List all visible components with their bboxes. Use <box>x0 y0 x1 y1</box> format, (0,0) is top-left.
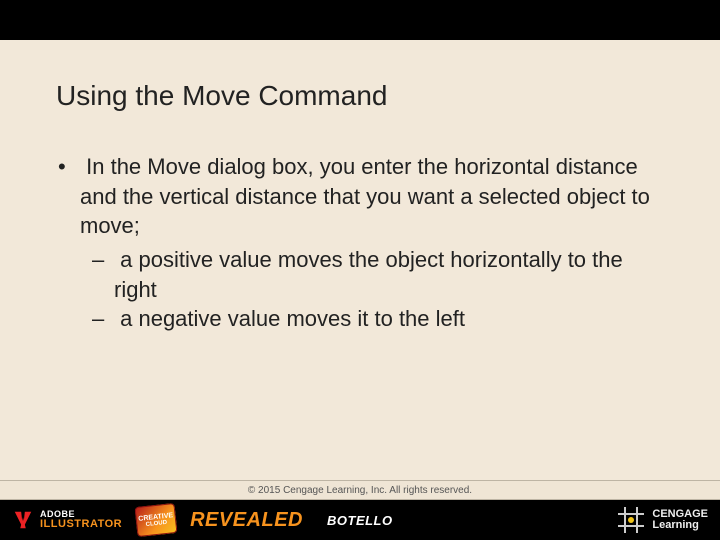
adobe-logo-icon <box>12 509 34 531</box>
bullet-item: In the Move dialog box, you enter the ho… <box>80 152 664 334</box>
footer-bar: ADOBE ILLUSTRATOR CREATIVE CLOUD REVEALE… <box>0 500 720 540</box>
adobe-text: ADOBE ILLUSTRATOR <box>40 510 122 530</box>
copyright-bar: © 2015 Cengage Learning, Inc. All rights… <box>0 480 720 500</box>
cengage-logo-icon <box>618 507 644 533</box>
creative-cloud-badge-icon: CREATIVE CLOUD <box>135 503 178 537</box>
top-bar <box>0 0 720 40</box>
cengage-text: CENGAGE Learning <box>652 509 708 531</box>
adobe-block: ADOBE ILLUSTRATOR <box>12 509 122 531</box>
adobe-line2: ILLUSTRATOR <box>40 519 122 530</box>
cengage-block: CENGAGE Learning <box>618 507 708 533</box>
revealed-label: REVEALED <box>190 509 303 532</box>
cc-line2: CLOUD <box>146 519 168 527</box>
sub-bullet-item: a positive value moves the object horizo… <box>114 245 664 304</box>
bullet-list: In the Move dialog box, you enter the ho… <box>56 152 664 334</box>
copyright-text: © 2015 Cengage Learning, Inc. All rights… <box>248 485 472 496</box>
slide-content: Using the Move Command In the Move dialo… <box>0 40 720 334</box>
sub-bullet-list: a positive value moves the object horizo… <box>80 245 664 334</box>
author-label: BOTELLO <box>327 513 393 528</box>
sub-bullet-item: a negative value moves it to the left <box>114 304 664 334</box>
sub-bullet-text: a positive value moves the object horizo… <box>114 247 623 302</box>
bullet-text: In the Move dialog box, you enter the ho… <box>80 154 650 238</box>
sub-bullet-text: a negative value moves it to the left <box>120 306 465 331</box>
slide-title: Using the Move Command <box>56 80 664 112</box>
slide: Using the Move Command In the Move dialo… <box>0 0 720 540</box>
cengage-line2: Learning <box>652 520 708 531</box>
